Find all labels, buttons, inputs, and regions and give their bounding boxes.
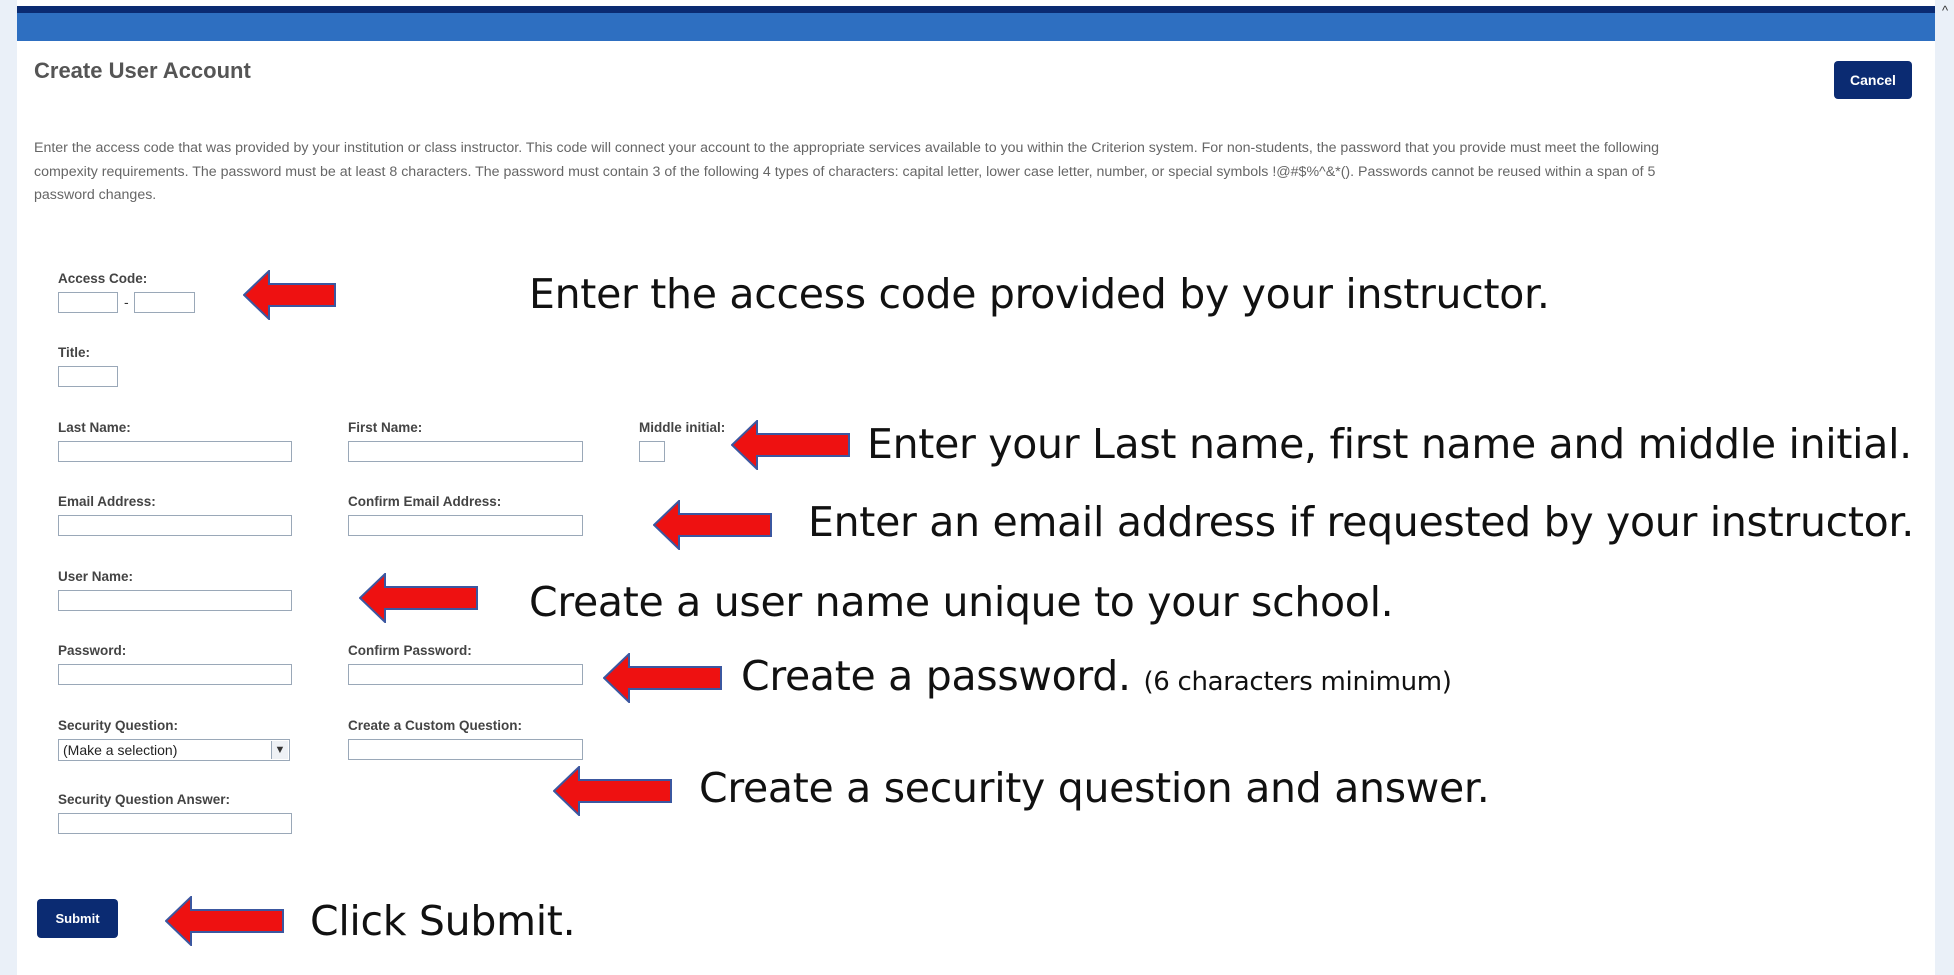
left-arrow-icon xyxy=(603,653,722,703)
scrollbar[interactable] xyxy=(1935,0,1954,975)
custom-question-input[interactable] xyxy=(348,739,583,760)
password-input[interactable] xyxy=(58,664,292,685)
annotation-submit: Click Submit. xyxy=(310,897,576,945)
access-code-label: Access Code: xyxy=(58,271,148,286)
title-input[interactable] xyxy=(58,366,118,387)
title-label: Title: xyxy=(58,345,91,360)
middle-initial-label: Middle initial: xyxy=(639,420,726,435)
middle-initial-input[interactable] xyxy=(639,441,665,462)
access-code-part2-input[interactable] xyxy=(134,292,195,313)
user-name-input[interactable] xyxy=(58,590,292,611)
annotation-names: Enter your Last name, first name and mid… xyxy=(867,420,1912,468)
security-question-select[interactable]: (Make a selection) ▼ xyxy=(58,739,290,761)
annotation-password-note: (6 characters minimum) xyxy=(1143,667,1452,697)
security-answer-input[interactable] xyxy=(58,813,292,834)
left-arrow-icon xyxy=(359,573,478,623)
window-frame-left xyxy=(0,0,17,975)
chevron-up-icon[interactable]: ^ xyxy=(1938,4,1952,18)
chevron-down-icon[interactable]: ▼ xyxy=(271,741,288,759)
annotation-email: Enter an email address if requested by y… xyxy=(808,498,1914,546)
access-code-separator: - xyxy=(124,294,129,310)
user-name-label: User Name: xyxy=(58,569,134,584)
header-bar-top xyxy=(17,6,1935,13)
first-name-input[interactable] xyxy=(348,441,583,462)
last-name-label: Last Name: xyxy=(58,420,131,435)
custom-question-label: Create a Custom Question: xyxy=(348,718,523,733)
submit-button[interactable]: Submit xyxy=(37,899,118,938)
confirm-password-input[interactable] xyxy=(348,664,583,685)
security-question-label: Security Question: xyxy=(58,718,179,733)
left-arrow-icon xyxy=(553,766,672,816)
email-label: Email Address: xyxy=(58,494,156,509)
annotation-password-main: Create a password. xyxy=(741,652,1131,700)
annotation-password: Create a password. (6 characters minimum… xyxy=(741,652,1452,700)
security-answer-label: Security Question Answer: xyxy=(58,792,231,807)
confirm-email-input[interactable] xyxy=(348,515,583,536)
cancel-button[interactable]: Cancel xyxy=(1834,61,1912,99)
confirm-password-label: Confirm Password: xyxy=(348,643,472,658)
email-input[interactable] xyxy=(58,515,292,536)
password-label: Password: xyxy=(58,643,127,658)
left-arrow-icon xyxy=(243,270,336,320)
confirm-email-label: Confirm Email Address: xyxy=(348,494,502,509)
security-question-value: (Make a selection) xyxy=(63,742,178,758)
intro-text: Enter the access code that was provided … xyxy=(34,140,1660,203)
access-code-part1-input[interactable] xyxy=(58,292,118,313)
annotation-security: Create a security question and answer. xyxy=(699,764,1490,812)
first-name-label: First Name: xyxy=(348,420,423,435)
page-title: Create User Account xyxy=(34,58,251,83)
header-bar xyxy=(17,13,1935,41)
left-arrow-icon xyxy=(653,500,772,550)
annotation-user-name: Create a user name unique to your school… xyxy=(529,578,1394,626)
left-arrow-icon xyxy=(731,420,850,470)
left-arrow-icon xyxy=(165,896,284,946)
annotation-access-code: Enter the access code provided by your i… xyxy=(529,270,1550,318)
last-name-input[interactable] xyxy=(58,441,292,462)
